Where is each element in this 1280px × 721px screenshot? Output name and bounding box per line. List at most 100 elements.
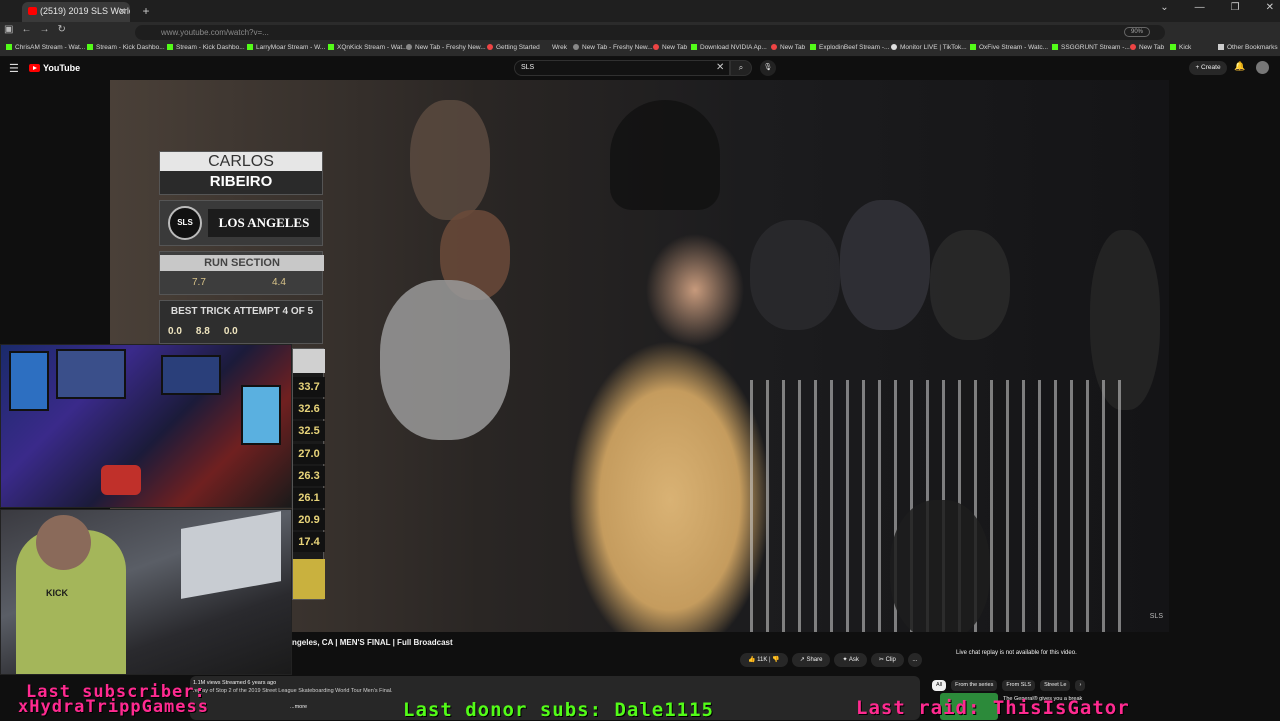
- bookmark-item[interactable]: ChrisAM Stream - Wat...: [6, 44, 85, 51]
- nav-buttons: ▣ ← → ↻: [4, 24, 66, 35]
- skater-name-plate: CARLOS RIBEIRO: [159, 151, 323, 195]
- webcam-streamer: KICK: [0, 509, 292, 675]
- best-trick-scores: 0.0 8.8 0.0: [168, 326, 238, 337]
- bookmark-item[interactable]: New Tab: [771, 44, 805, 51]
- close-window-icon[interactable]: ✕: [1266, 2, 1274, 20]
- search-input[interactable]: SLS: [514, 60, 730, 76]
- bookmark-item[interactable]: New Tab - Freshy New...: [406, 44, 486, 51]
- webcam-setup: [0, 344, 292, 508]
- shirt-logo: KICK: [46, 588, 68, 598]
- bookmark-item[interactable]: ExplodinBeef Stream -...: [810, 44, 889, 51]
- city-label: LOS ANGELES: [208, 209, 320, 237]
- tiktok-icon: [891, 44, 897, 50]
- leaderboard-score: 26.3: [293, 466, 325, 486]
- more-actions-button[interactable]: ...: [907, 653, 922, 667]
- last-raid: Last raid: ThisIsGator: [856, 697, 1130, 719]
- like-button[interactable]: 👍 11K | 👎: [740, 653, 788, 667]
- chat-replay-notice: Live chat replay is not available for th…: [956, 650, 1077, 656]
- globe-icon: [1130, 44, 1136, 50]
- search-icon: ⌕: [738, 63, 744, 72]
- forward-icon[interactable]: →: [39, 24, 49, 35]
- bookmark-item[interactable]: SSGGRUNT Stream -...: [1052, 44, 1130, 51]
- run-section-panel: RUN SECTION 7.7 4.4: [159, 251, 324, 295]
- folder-icon: [1218, 44, 1224, 50]
- browser-tab[interactable]: (2519) 2019 SLS World Tour ✕: [22, 2, 130, 22]
- search-button[interactable]: ⌕: [730, 60, 752, 76]
- chevron-down-icon[interactable]: ⌄: [1160, 2, 1168, 20]
- description-more-link[interactable]: ...more: [290, 704, 307, 710]
- clip-button[interactable]: ✂ Clip: [870, 653, 904, 667]
- clear-search-icon[interactable]: ✕: [716, 62, 724, 73]
- share-button[interactable]: ↗ Share: [791, 653, 831, 667]
- kick-icon: [247, 44, 253, 50]
- create-button[interactable]: + Create: [1189, 61, 1227, 75]
- run-score: 7.7: [192, 277, 206, 288]
- bookmark-item[interactable]: Monitor LIVE | TikTok...: [891, 44, 967, 51]
- globe-icon: [653, 44, 659, 50]
- url-bar[interactable]: www.youtube.com/watch?v=...: [135, 25, 1165, 40]
- menu-icon[interactable]: ☰: [9, 62, 19, 75]
- trick-score: 0.0: [223, 326, 238, 337]
- trick-score: 0.0: [168, 326, 182, 337]
- zoom-indicator[interactable]: 90%: [1124, 27, 1150, 37]
- other-bookmarks[interactable]: Other Bookmarks: [1218, 44, 1278, 51]
- recommendation-filters: All From the series From SLS Street Le ›: [932, 680, 1086, 691]
- best-trick-panel: BEST TRICK ATTEMPT 4 OF 5 0.0 8.8 0.0: [159, 300, 323, 344]
- bookmark-item[interactable]: Stream - Kick Dashbo...: [87, 44, 165, 51]
- kick-icon: [87, 44, 93, 50]
- sidebar-icon[interactable]: ▣: [4, 24, 13, 35]
- chevron-right-icon[interactable]: ›: [1075, 680, 1086, 691]
- avatar[interactable]: [1256, 61, 1269, 74]
- leaderboard-score: 32.6: [293, 399, 325, 419]
- back-icon[interactable]: ←: [21, 24, 31, 35]
- reload-icon[interactable]: ↻: [57, 24, 65, 35]
- filter-chip-street-league[interactable]: Street Le: [1040, 680, 1071, 691]
- leaderboard-score: 20.9: [293, 510, 325, 530]
- skater-last-name: RIBEIRO: [209, 173, 273, 190]
- bookmark-item[interactable]: LarryMoar Stream - W...: [247, 44, 325, 51]
- bookmark-item[interactable]: New Tab - Freshy New...: [573, 44, 653, 51]
- filter-chip-sls[interactable]: From SLS: [1002, 680, 1036, 691]
- leaderboard-score: 26.1: [293, 488, 325, 508]
- video-actions: 👍 11K | 👎 ↗ Share ✦ Ask ✂ Clip ...: [740, 653, 922, 667]
- nvidia-icon: [691, 44, 697, 50]
- globe-icon: [573, 44, 579, 50]
- bookmark-item[interactable]: Download NVIDIA Ap...: [691, 44, 767, 51]
- bookmark-item[interactable]: OxFive Stream - Watc...: [970, 44, 1048, 51]
- bookmark-item[interactable]: XQnKick Stream - Wat...: [328, 44, 408, 51]
- voice-search-button[interactable]: 🎙: [760, 60, 776, 76]
- filter-chip-series[interactable]: From the series: [951, 680, 998, 691]
- tab-title: (2519) 2019 SLS World Tour: [40, 6, 130, 16]
- filter-chip-all[interactable]: All: [932, 680, 947, 691]
- youtube-logo[interactable]: YouTube: [29, 63, 80, 73]
- globe-icon: [487, 44, 493, 50]
- skater-first-name: CARLOS: [208, 153, 274, 170]
- run-section-label: RUN SECTION: [160, 255, 324, 271]
- leaderboard-score: 17.4: [293, 532, 325, 552]
- location-plate: SLS LOS ANGELES: [159, 200, 323, 246]
- description-text: replay of Stop 2 of the 2019 Street Leag…: [193, 688, 393, 694]
- bookmark-item[interactable]: New Tab: [1130, 44, 1164, 51]
- best-trick-label: BEST TRICK ATTEMPT 4 OF 5: [170, 306, 314, 317]
- close-tab-icon[interactable]: ✕: [118, 2, 126, 20]
- kick-icon: [1052, 44, 1058, 50]
- bookmark-item[interactable]: Stream - Kick Dashbo...: [167, 44, 245, 51]
- bookmark-item[interactable]: Getting Started: [487, 44, 540, 51]
- bookmark-item[interactable]: Wrek: [552, 44, 567, 51]
- maximize-icon[interactable]: ❐: [1231, 2, 1240, 20]
- ask-button[interactable]: ✦ Ask: [834, 653, 867, 667]
- bookmark-item[interactable]: Kick: [1170, 44, 1191, 51]
- sls-watermark: SLS: [1149, 613, 1163, 620]
- minimize-icon[interactable]: —: [1195, 2, 1205, 20]
- leaderboard-score: 33.7: [293, 377, 325, 397]
- last-donor-subs: Last donor subs: Dale1115: [403, 699, 714, 721]
- new-tab-button[interactable]: +: [138, 2, 154, 20]
- last-subscriber-name: xHydraTrippGamess: [18, 697, 209, 717]
- trick-score: 8.8: [195, 326, 210, 337]
- tab-strip: [0, 0, 1280, 22]
- bookmark-item[interactable]: New Tab: [653, 44, 687, 51]
- leaderboard-score: 27.0: [293, 444, 325, 464]
- kick-icon: [1170, 44, 1176, 50]
- kick-icon: [970, 44, 976, 50]
- notifications-bell-icon[interactable]: 🔔: [1234, 61, 1245, 72]
